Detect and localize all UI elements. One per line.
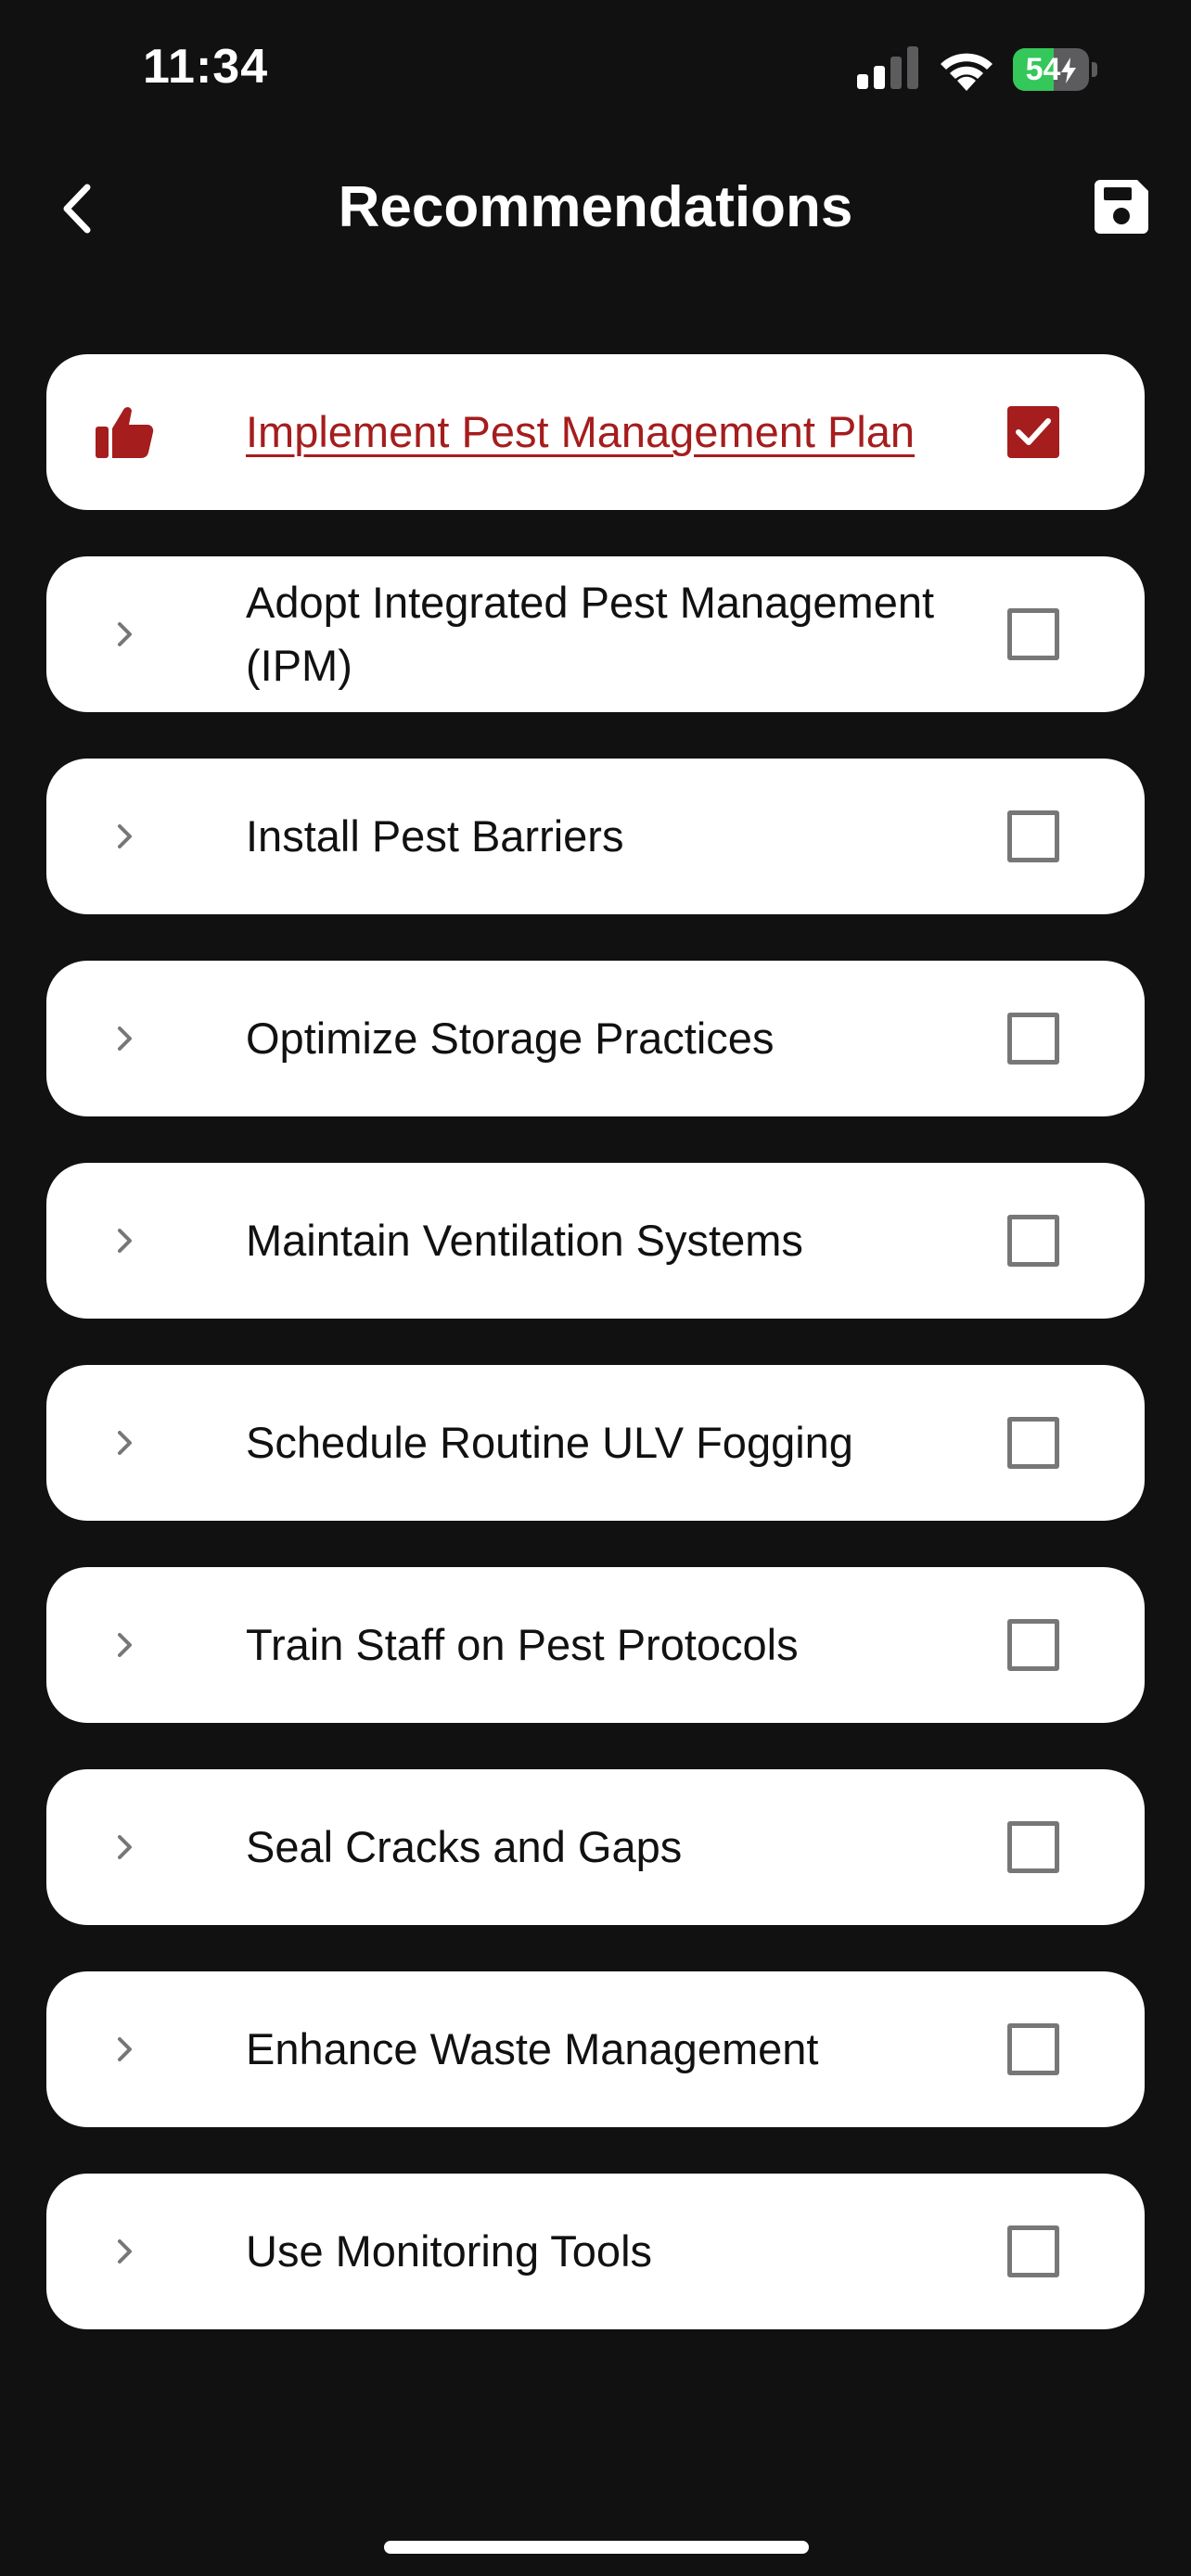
cellular-signal-icon (857, 46, 918, 89)
expand-button[interactable] (87, 1204, 161, 1278)
recommendation-item-train-staff-on-pest-protocols[interactable]: Train Staff on Pest Protocols (46, 1567, 1145, 1723)
recommendation-checkbox[interactable] (1007, 1215, 1059, 1267)
recommendation-checkbox[interactable] (1007, 406, 1059, 458)
chevron-left-icon (63, 184, 91, 234)
expand-button[interactable] (87, 1810, 161, 1884)
nav-header: Recommendations (0, 158, 1191, 260)
recommendation-checkbox[interactable] (1007, 1821, 1059, 1873)
home-indicator[interactable] (384, 2541, 809, 2554)
chevron-right-icon (118, 824, 132, 848)
save-button[interactable] (1093, 178, 1150, 236)
recommendation-item-optimize-storage-practices[interactable]: Optimize Storage Practices (46, 961, 1145, 1116)
status-time: 11:34 (143, 40, 269, 94)
recommendation-label: Use Monitoring Tools (246, 2226, 653, 2276)
bolt-icon (1061, 57, 1077, 83)
battery-level: 54 (1013, 48, 1089, 91)
recommendation-item-adopt-integrated-pest-management-ipm[interactable]: Adopt Integrated Pest Management (IPM) (46, 556, 1145, 712)
recommendation-checkbox[interactable] (1007, 608, 1059, 660)
chevron-right-icon (118, 2037, 132, 2061)
chevron-right-icon (118, 622, 132, 646)
recommendation-checkbox[interactable] (1007, 1417, 1059, 1469)
checkmark-icon (1016, 418, 1051, 445)
expand-button[interactable] (87, 597, 161, 671)
recommendation-checkbox[interactable] (1007, 2225, 1059, 2277)
battery-level-text: 54 (1025, 52, 1061, 87)
recommendation-item-schedule-routine-ulv-fogging[interactable]: Schedule Routine ULV Fogging (46, 1365, 1145, 1521)
expand-button[interactable] (87, 799, 161, 874)
status-bar: 11:34 54 (0, 0, 1191, 139)
page-title: Recommendations (338, 175, 853, 239)
recommendation-item-seal-cracks-and-gaps[interactable]: Seal Cracks and Gaps (46, 1769, 1145, 1925)
recommendation-checkbox[interactable] (1007, 1013, 1059, 1065)
recommendation-checkbox[interactable] (1007, 810, 1059, 862)
recommendation-checkbox[interactable] (1007, 2023, 1059, 2075)
expand-button[interactable] (87, 1001, 161, 1076)
recommendation-label: Adopt Integrated Pest Management (IPM) (246, 578, 935, 690)
recommendation-item-install-pest-barriers[interactable]: Install Pest Barriers (46, 759, 1145, 914)
chevron-right-icon (118, 1431, 132, 1455)
back-button[interactable] (46, 176, 111, 241)
floppy-disk-save-icon (1095, 180, 1148, 234)
recommendation-label[interactable]: Implement Pest Management Plan (246, 354, 969, 510)
wifi-icon (941, 53, 992, 91)
battery-body: 54 (1013, 48, 1089, 91)
thumbs-up-badge (87, 395, 161, 469)
recommendation-label: Maintain Ventilation Systems (246, 1216, 803, 1265)
expand-button[interactable] (87, 1608, 161, 1682)
thumbs-up-icon (96, 407, 154, 458)
recommendation-item-enhance-waste-management[interactable]: Enhance Waste Management (46, 1971, 1145, 2127)
charging-battery-icon: 54 (1013, 48, 1098, 91)
recommendation-label: Schedule Routine ULV Fogging (246, 1418, 853, 1467)
expand-button[interactable] (87, 2214, 161, 2289)
recommendation-item-use-monitoring-tools[interactable]: Use Monitoring Tools (46, 2174, 1145, 2329)
recommendation-label: Optimize Storage Practices (246, 1014, 775, 1063)
recommendation-label: Enhance Waste Management (246, 2024, 819, 2073)
expand-button[interactable] (87, 2012, 161, 2086)
chevron-right-icon (118, 2239, 132, 2264)
recommendation-item-implement-pest-management-plan[interactable]: Implement Pest Management Plan (46, 354, 1145, 510)
recommendation-checkbox[interactable] (1007, 1619, 1059, 1671)
chevron-right-icon (118, 1835, 132, 1859)
recommendations-list: Implement Pest Management Plan Adopt Int… (46, 354, 1145, 2376)
recommendation-label: Install Pest Barriers (246, 811, 624, 861)
chevron-right-icon (118, 1633, 132, 1657)
recommendation-item-maintain-ventilation-systems[interactable]: Maintain Ventilation Systems (46, 1163, 1145, 1319)
expand-button[interactable] (87, 1406, 161, 1480)
battery-cap (1092, 62, 1097, 77)
chevron-right-icon (118, 1229, 132, 1253)
chevron-right-icon (118, 1027, 132, 1051)
recommendation-label: Train Staff on Pest Protocols (246, 1620, 799, 1669)
recommendation-label: Seal Cracks and Gaps (246, 1822, 683, 1871)
